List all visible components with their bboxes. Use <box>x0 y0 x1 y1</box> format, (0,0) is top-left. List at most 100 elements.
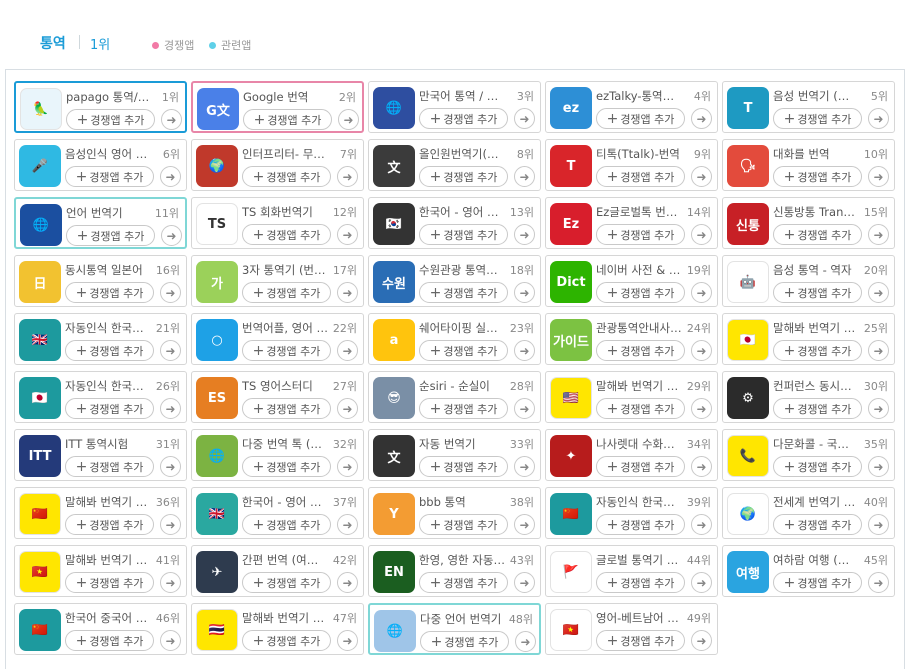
arrow-right-icon[interactable]: ➜ <box>691 514 712 535</box>
app-name[interactable]: Ez글로벌톡 번역기 <box>596 204 682 220</box>
app-icon[interactable]: 🇨🇳 <box>19 493 61 535</box>
app-icon[interactable]: T <box>727 87 769 129</box>
app-card[interactable]: 🇯🇵말해봐 번역기 일본어25위+경쟁앱 추가➜ <box>722 313 895 365</box>
add-competitor-button[interactable]: + 경쟁앱 추가 <box>419 224 508 245</box>
add-competitor-button[interactable]: + 경쟁앱 추가 <box>65 514 154 535</box>
app-name[interactable]: 영어-베트남어 번역 <box>596 610 682 626</box>
app-icon[interactable]: 🤖 <box>727 261 769 303</box>
app-name[interactable]: ITT 통역시험 <box>65 436 151 452</box>
app-name[interactable]: TS 회화번역기 <box>242 204 328 220</box>
app-name[interactable]: 자동 번역기 <box>419 436 505 452</box>
add-competitor-button[interactable]: + 경쟁앱 추가 <box>65 282 154 303</box>
app-icon[interactable]: 📞 <box>727 435 769 477</box>
arrow-right-icon[interactable]: ➜ <box>868 166 889 187</box>
app-card[interactable]: 日 동시통역 일본어 16위 + 경쟁앱 추가 ➜ <box>14 255 187 307</box>
app-icon[interactable]: 가이드 <box>550 319 592 361</box>
app-name[interactable]: 말해봐 번역기 영어 <box>596 378 682 394</box>
app-icon[interactable]: 文 <box>373 145 415 187</box>
app-name[interactable]: 만국어 통역 / 번역 <box>419 88 505 104</box>
add-competitor-button[interactable]: + 경쟁앱 추가 <box>773 514 862 535</box>
app-name[interactable]: TS 영어스터디 <box>242 378 328 394</box>
add-competitor-button[interactable]: + 경쟁앱 추가 <box>596 340 685 361</box>
add-competitor-button[interactable]: + 경쟁앱 추가 <box>419 340 508 361</box>
app-name[interactable]: 인터프리터- 무료 번역 <box>242 146 328 162</box>
arrow-right-icon[interactable]: ➜ <box>514 166 535 187</box>
arrow-right-icon[interactable]: ➜ <box>514 456 535 477</box>
add-competitor-button[interactable]: + 경쟁앱 추가 <box>65 456 154 477</box>
app-card[interactable]: ○번역어플, 영어 번역22위+경쟁앱 추가➜ <box>191 313 364 365</box>
app-icon[interactable]: 🇯🇵 <box>727 319 769 361</box>
app-card[interactable]: ✦ 나사렛대 수화통역 34위 + 경쟁앱 추가 ➜ <box>545 429 718 481</box>
app-name[interactable]: 글로벌 통역기 번역 <box>596 552 682 568</box>
add-competitor-button[interactable]: + 경쟁앱 추가 <box>419 514 508 535</box>
add-competitor-button[interactable]: + 경쟁앱 추가 <box>596 108 685 129</box>
arrow-right-icon[interactable]: ➜ <box>514 224 535 245</box>
app-name[interactable]: 음성인식 영어 번역기 <box>65 146 151 162</box>
app-name[interactable]: 한국어 - 영어 통역 <box>242 494 328 510</box>
app-card[interactable]: 🇨🇳 한국어 중국어 번역 46위 + 경쟁앱 추가 ➜ <box>14 603 187 655</box>
arrow-right-icon[interactable]: ➜ <box>160 282 181 303</box>
app-card[interactable]: 여행 여하람 여행 (여행) 45위 + 경쟁앱 추가 ➜ <box>722 545 895 597</box>
app-card[interactable]: 🇻🇳 영어-베트남어 번역 49위 + 경쟁앱 추가 ➜ <box>545 603 718 655</box>
app-icon[interactable]: 🎤 <box>19 145 61 187</box>
app-name[interactable]: 언어 번역기 <box>66 205 152 221</box>
app-card[interactable]: 🌍인터프리터- 무료 번역 7위 +경쟁앱 추가 ➜ <box>191 139 364 191</box>
app-name[interactable]: papago 통역/번역 <box>66 89 152 105</box>
app-name[interactable]: bbb 통역 <box>419 494 505 510</box>
arrow-right-icon[interactable]: ➜ <box>868 340 889 361</box>
app-card[interactable]: 🇬🇧 한국어 - 영어 통역 37위 + 경쟁앱 추가 ➜ <box>191 487 364 539</box>
app-name[interactable]: Google 번역 <box>243 89 329 105</box>
app-name[interactable]: 순siri - 순실이 <box>419 378 505 394</box>
app-card[interactable]: 🇬🇧자동인식 한국어 영어21위+경쟁앱 추가➜ <box>14 313 187 365</box>
app-icon[interactable]: ez <box>550 87 592 129</box>
app-name[interactable]: 말해봐 번역기 태국어 <box>242 610 328 626</box>
app-name[interactable]: 말해봐 번역기 일본어 <box>773 320 859 336</box>
add-competitor-button[interactable]: + 경쟁앱 추가 <box>596 456 685 477</box>
app-card[interactable]: a 쉐어타이핑 실시간 23위 + 경쟁앱 추가 ➜ <box>368 313 541 365</box>
app-icon[interactable]: 🌍 <box>196 145 238 187</box>
app-card[interactable]: 文 자동 번역기 33위 + 경쟁앱 추가 ➜ <box>368 429 541 481</box>
arrow-right-icon[interactable]: ➜ <box>160 514 181 535</box>
app-name[interactable]: 쉐어타이핑 실시간 <box>419 320 505 336</box>
arrow-right-icon[interactable]: ➜ <box>514 514 535 535</box>
add-competitor-button[interactable]: + 경쟁앱 추가 <box>596 224 685 245</box>
app-icon[interactable]: 🇻🇳 <box>19 551 61 593</box>
app-name[interactable]: 수원관광 통역비서 <box>419 262 505 278</box>
add-competitor-button[interactable]: + 경쟁앱 추가 <box>65 340 154 361</box>
arrow-right-icon[interactable]: ➜ <box>514 108 535 129</box>
app-name[interactable]: 3자 통역기 (번역기) <box>242 262 328 278</box>
add-competitor-button[interactable]: + 경쟁앱 추가 <box>596 166 685 187</box>
arrow-right-icon[interactable]: ➜ <box>160 340 181 361</box>
app-icon[interactable]: 🚩 <box>550 551 592 593</box>
app-icon[interactable]: ES <box>196 377 238 419</box>
arrow-right-icon[interactable]: ➜ <box>160 456 181 477</box>
arrow-right-icon[interactable]: ➜ <box>868 398 889 419</box>
app-icon[interactable]: 🇹🇭 <box>196 609 238 651</box>
app-card[interactable]: 🇰🇷한국어 - 영어 번역기13위+경쟁앱 추가➜ <box>368 197 541 249</box>
app-icon[interactable]: 여행 <box>727 551 769 593</box>
add-competitor-button[interactable]: + 경쟁앱 추가 <box>419 572 508 593</box>
app-card[interactable]: Ez Ez글로벌톡 번역기 14위 + 경쟁앱 추가 ➜ <box>545 197 718 249</box>
add-competitor-button[interactable]: + 경쟁앱 추가 <box>66 109 155 130</box>
app-card[interactable]: T 티톡(Ttalk)-번역 9위 + 경쟁앱 추가 ➜ <box>545 139 718 191</box>
add-competitor-button[interactable]: + 경쟁앱 추가 <box>242 572 331 593</box>
app-card[interactable]: Ybbb 통역 38위 + 경쟁앱 추가 ➜ <box>368 487 541 539</box>
app-card[interactable]: 🇹🇭말해봐 번역기 태국어47위+경쟁앱 추가➜ <box>191 603 364 655</box>
app-icon[interactable]: 😎 <box>373 377 415 419</box>
app-card[interactable]: 文 올인원번역기(번역) 8위 + 경쟁앱 추가 ➜ <box>368 139 541 191</box>
app-icon[interactable]: ○ <box>196 319 238 361</box>
add-competitor-button[interactable]: + 경쟁앱 추가 <box>773 456 862 477</box>
arrow-right-icon[interactable]: ➜ <box>691 108 712 129</box>
app-card[interactable]: EN한영, 영한 자동 번역43위+경쟁앱 추가➜ <box>368 545 541 597</box>
app-card[interactable]: 📞다문화콜 - 국제전화35위+경쟁앱 추가➜ <box>722 429 895 481</box>
app-card[interactable]: ez ezTalky-통역비서 4위 + 경쟁앱 추가 ➜ <box>545 81 718 133</box>
arrow-right-icon[interactable]: ➜ <box>337 456 358 477</box>
app-card[interactable]: 신통신통방통 Translator15위+경쟁앱 추가➜ <box>722 197 895 249</box>
add-competitor-button[interactable]: + 경쟁앱 추가 <box>242 166 331 187</box>
add-competitor-button[interactable]: + 경쟁앱 추가 <box>65 630 154 651</box>
app-card[interactable]: 🗣 대화를 번역 10위 + 경쟁앱 추가 ➜ <box>722 139 895 191</box>
app-name[interactable]: 번역어플, 영어 번역 <box>242 320 328 336</box>
arrow-right-icon[interactable]: ➜ <box>691 282 712 303</box>
app-icon[interactable]: 🇬🇧 <box>19 319 61 361</box>
arrow-right-icon[interactable]: ➜ <box>337 224 358 245</box>
